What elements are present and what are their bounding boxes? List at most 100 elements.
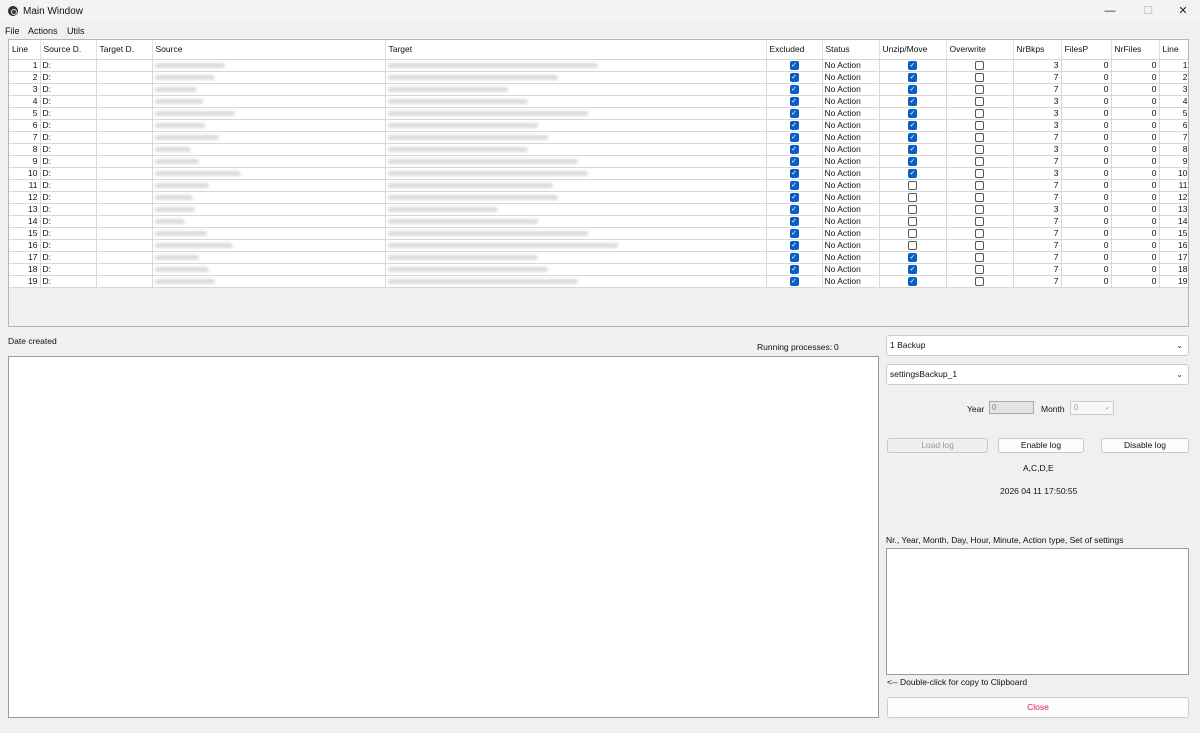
checkbox[interactable] [789,156,799,166]
target-drive-cell[interactable] [96,59,153,72]
settings-select[interactable]: settingsBackup_1 ⌄ [886,364,1189,385]
line-end-cell[interactable]: 16 [1159,239,1188,252]
nrbkps-cell[interactable]: 7 [1013,155,1062,168]
nrbkps-cell[interactable]: 7 [1013,215,1062,228]
status-cell[interactable]: No Action [822,227,880,240]
unzip-cell[interactable] [879,59,947,72]
excluded-cell[interactable] [766,143,823,156]
nrfiles-cell[interactable]: 0 [1111,227,1160,240]
excluded-cell[interactable] [766,239,823,252]
status-cell[interactable]: No Action [822,107,880,120]
status-cell[interactable]: No Action [822,95,880,108]
line-end-cell[interactable]: 6 [1159,119,1188,132]
excluded-cell[interactable] [766,83,823,96]
status-cell[interactable]: No Action [822,155,880,168]
line-cell[interactable]: 1 [9,59,41,72]
target-drive-cell[interactable] [96,239,153,252]
excluded-cell[interactable] [766,71,823,84]
checkbox[interactable] [789,60,799,70]
target-cell[interactable] [385,227,767,240]
table-row[interactable]: 19D:No Action70019 [9,275,1188,288]
line-end-cell[interactable]: 4 [1159,95,1188,108]
target-cell[interactable] [385,83,767,96]
target-cell[interactable] [385,191,767,204]
checkbox[interactable] [789,120,799,130]
line-cell[interactable]: 15 [9,227,41,240]
target-cell[interactable] [385,143,767,156]
nrbkps-cell[interactable]: 3 [1013,143,1062,156]
disable-log-button[interactable]: Disable log [1101,438,1189,453]
month-select[interactable]: 0 ⌄ [1070,401,1114,415]
checkbox[interactable] [908,264,917,274]
filesp-cell[interactable]: 0 [1061,263,1112,276]
line-end-cell[interactable]: 14 [1159,215,1188,228]
column-header[interactable]: Line [9,40,41,60]
target-cell[interactable] [385,95,767,108]
line-cell[interactable]: 3 [9,83,41,96]
nrfiles-cell[interactable]: 0 [1111,275,1160,288]
line-cell[interactable]: 5 [9,107,41,120]
nrbkps-cell[interactable]: 7 [1013,191,1062,204]
checkbox[interactable] [908,204,917,214]
target-cell[interactable] [385,203,767,216]
line-end-cell[interactable]: 15 [1159,227,1188,240]
target-drive-cell[interactable] [96,227,153,240]
source-cell[interactable] [152,179,386,192]
target-drive-cell[interactable] [96,71,153,84]
line-cell[interactable]: 6 [9,119,41,132]
status-cell[interactable]: No Action [822,59,880,72]
filesp-cell[interactable]: 0 [1061,107,1112,120]
unzip-cell[interactable] [879,227,947,240]
source-cell[interactable] [152,95,386,108]
unzip-cell[interactable] [879,107,947,120]
unzip-cell[interactable] [879,215,947,228]
line-end-cell[interactable]: 18 [1159,263,1188,276]
nrfiles-cell[interactable]: 0 [1111,71,1160,84]
line-cell[interactable]: 7 [9,131,41,144]
source-drive-cell[interactable]: D: [40,71,97,84]
checkbox[interactable] [975,252,984,262]
target-cell[interactable] [385,155,767,168]
menu-actions[interactable]: Actions [28,26,58,36]
filesp-cell[interactable]: 0 [1061,155,1112,168]
checkbox[interactable] [975,168,984,178]
close-window-button[interactable]: ✕ [1160,0,1200,22]
column-header[interactable]: Line [1159,40,1188,60]
status-cell[interactable]: No Action [822,275,880,288]
nrbkps-cell[interactable]: 7 [1013,71,1062,84]
source-cell[interactable] [152,59,386,72]
line-cell[interactable]: 19 [9,275,41,288]
source-drive-cell[interactable]: D: [40,83,97,96]
source-drive-cell[interactable]: D: [40,215,97,228]
excluded-cell[interactable] [766,59,823,72]
nrfiles-cell[interactable]: 0 [1111,239,1160,252]
table-row[interactable]: 2D:No Action7002 [9,71,1188,84]
nrbkps-cell[interactable]: 7 [1013,275,1062,288]
source-drive-cell[interactable]: D: [40,275,97,288]
checkbox[interactable] [789,264,799,274]
line-cell[interactable]: 4 [9,95,41,108]
unzip-cell[interactable] [879,119,947,132]
source-cell[interactable] [152,155,386,168]
filesp-cell[interactable]: 0 [1061,215,1112,228]
checkbox[interactable] [789,108,799,118]
column-header[interactable]: Target D. [96,40,153,60]
nrbkps-cell[interactable]: 7 [1013,251,1062,264]
excluded-cell[interactable] [766,167,823,180]
target-cell[interactable] [385,131,767,144]
checkbox[interactable] [789,96,799,106]
source-cell[interactable] [152,83,386,96]
table-row[interactable]: 16D:No Action70016 [9,239,1188,252]
status-cell[interactable]: No Action [822,239,880,252]
target-drive-cell[interactable] [96,143,153,156]
checkbox[interactable] [975,156,984,166]
nrbkps-cell[interactable]: 3 [1013,59,1062,72]
filesp-cell[interactable]: 0 [1061,179,1112,192]
checkbox[interactable] [908,180,917,190]
nrbkps-cell[interactable]: 3 [1013,203,1062,216]
overwrite-cell[interactable] [946,83,1014,96]
source-cell[interactable] [152,131,386,144]
target-drive-cell[interactable] [96,215,153,228]
overwrite-cell[interactable] [946,59,1014,72]
unzip-cell[interactable] [879,131,947,144]
